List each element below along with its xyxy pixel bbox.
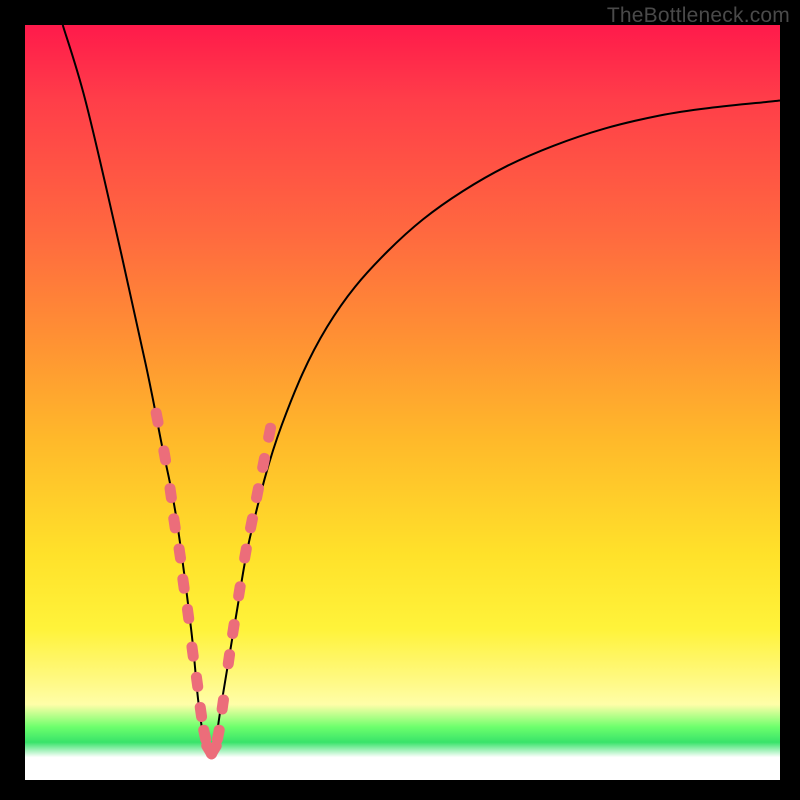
curve-marker — [181, 603, 195, 624]
curve-marker — [262, 422, 277, 444]
curve-marker — [164, 482, 178, 503]
curve-marker — [173, 543, 187, 564]
curve-marker — [222, 649, 236, 670]
curve-marker — [190, 671, 204, 692]
curve-svg — [25, 25, 780, 780]
curve-marker — [177, 573, 191, 594]
curve-marker — [238, 543, 252, 565]
chart-frame: TheBottleneck.com — [0, 0, 800, 800]
watermark-text: TheBottleneck.com — [607, 4, 790, 28]
bottleneck-curve — [63, 25, 780, 756]
curve-marker — [216, 694, 230, 715]
curve-marker — [256, 452, 271, 474]
curve-marker — [211, 724, 226, 746]
curve-marker — [150, 407, 165, 429]
curve-marker — [226, 618, 240, 639]
curve-marker — [186, 641, 200, 662]
curve-marker — [232, 581, 246, 602]
curve-marker — [244, 512, 259, 534]
curve-marker — [194, 701, 208, 722]
plot-area — [25, 25, 780, 780]
curve-marker — [250, 482, 265, 504]
curve-marker — [168, 513, 182, 534]
curve-marker — [158, 445, 172, 467]
curve-markers — [150, 407, 277, 761]
